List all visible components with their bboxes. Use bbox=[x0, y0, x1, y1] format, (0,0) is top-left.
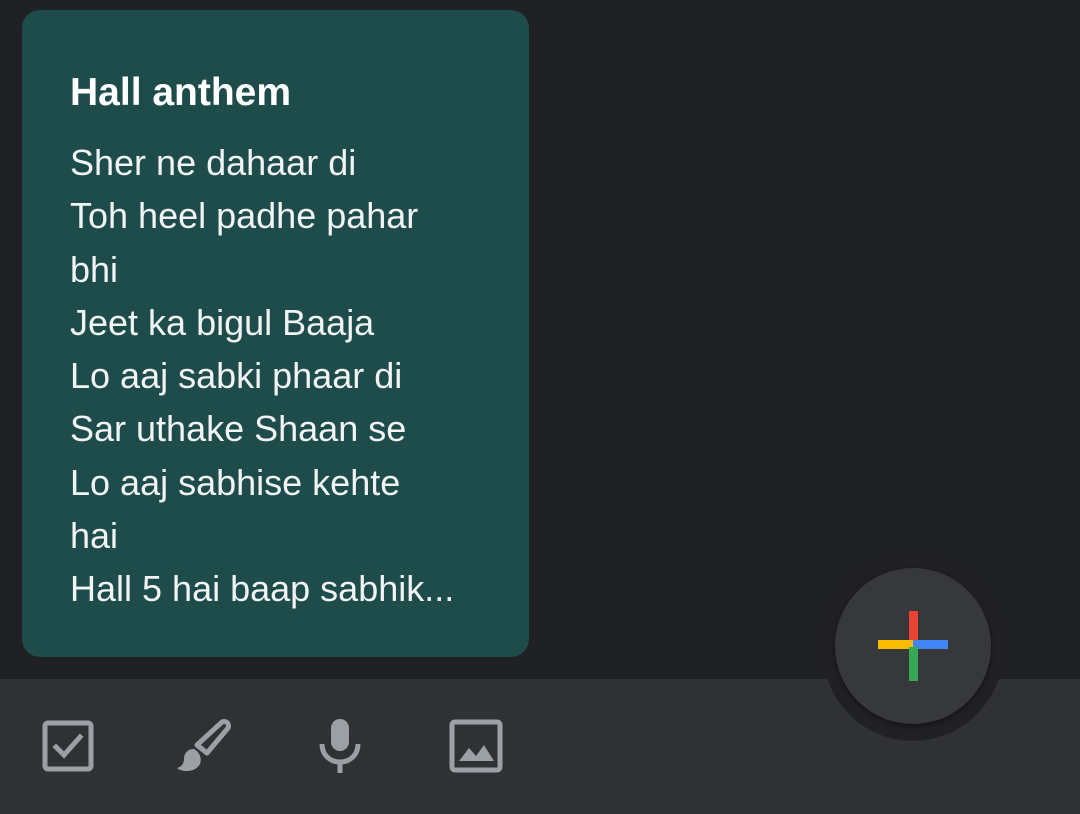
note-line: Jeet ka bigul Baaja bbox=[70, 301, 375, 343]
plus-icon bbox=[878, 611, 948, 681]
new-audio-note-button[interactable] bbox=[310, 716, 370, 776]
keep-notes-screen: Hall anthem Sher ne dahaar di Toh heel p… bbox=[0, 0, 1080, 814]
microphone-icon bbox=[319, 719, 361, 773]
brush-icon bbox=[177, 719, 231, 772]
note-line: Lo aaj sabki phaar di bbox=[70, 355, 403, 397]
note-body: Sher ne dahaar di Toh heel padhe pahar b… bbox=[70, 136, 489, 616]
note-line: Hall 5 hai baap sabhik... bbox=[70, 568, 455, 610]
new-drawing-button[interactable] bbox=[174, 716, 234, 776]
note-line: Sar uthake Shaan se bbox=[70, 408, 407, 450]
note-line: Toh heel padhe pahar bbox=[70, 195, 419, 237]
note-line: hai bbox=[70, 515, 119, 557]
image-icon bbox=[449, 719, 503, 773]
new-list-button[interactable] bbox=[38, 716, 98, 776]
new-note-fab[interactable] bbox=[835, 568, 991, 724]
checkbox-icon bbox=[42, 720, 94, 772]
note-line: Lo aaj sabhise kehte bbox=[70, 461, 401, 503]
new-image-note-button[interactable] bbox=[446, 716, 506, 776]
note-line: Sher ne dahaar di bbox=[70, 142, 357, 183]
note-title: Hall anthem bbox=[70, 71, 292, 114]
note-card[interactable]: Hall anthem Sher ne dahaar di Toh heel p… bbox=[22, 10, 529, 657]
note-line: bhi bbox=[70, 248, 119, 290]
